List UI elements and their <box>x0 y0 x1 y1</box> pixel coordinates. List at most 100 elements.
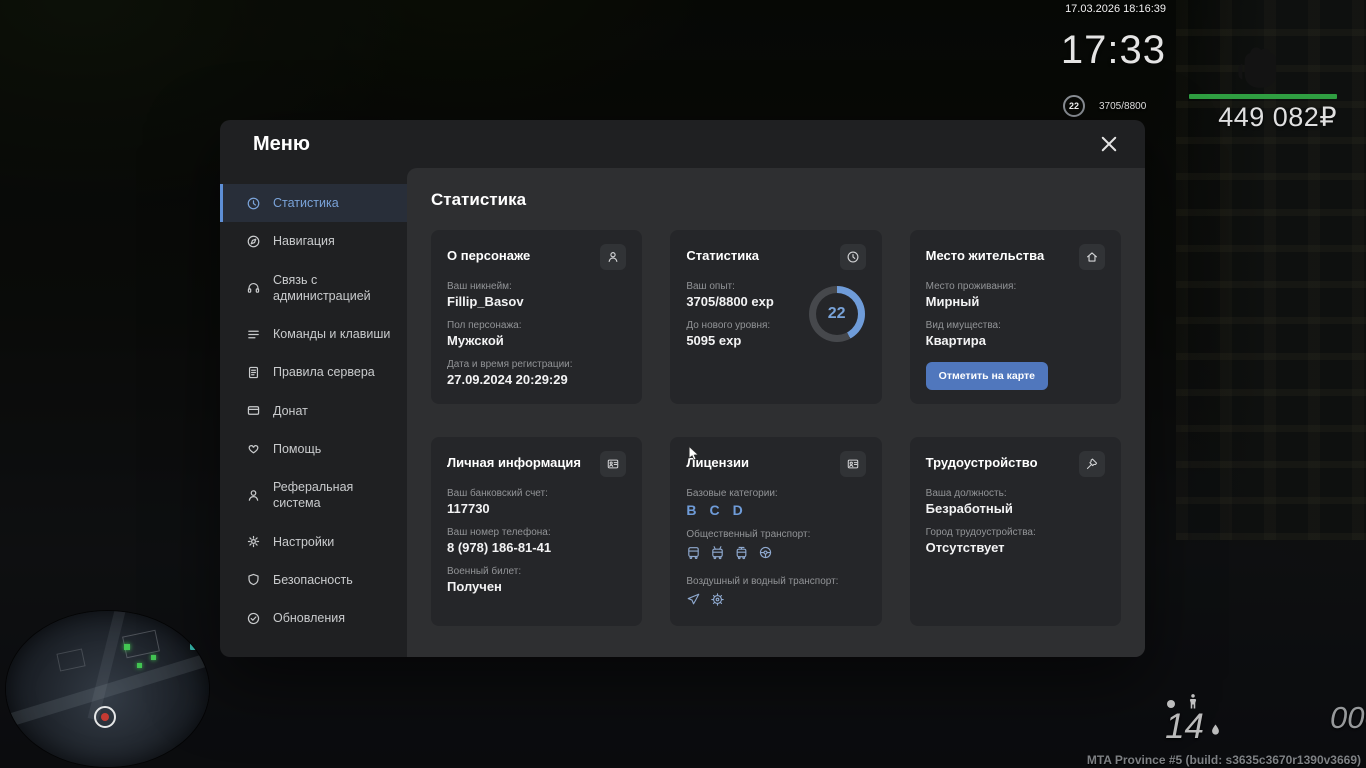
field: Воздушный и водный транспорт: <box>686 576 865 612</box>
hud-datetime: 17.03.2026 18:16:39 <box>1065 3 1166 15</box>
field-label: До нового уровня: <box>686 320 771 331</box>
sidebar-item-statistics[interactable]: Статистика <box>220 184 407 223</box>
card-title: О персонаже <box>447 248 531 263</box>
field-value: 5095 exp <box>686 333 742 348</box>
field: Ваш никнейм: Fillip_Basov <box>447 281 626 309</box>
field-label: Ваш никнейм: <box>447 281 512 292</box>
water-drop-icon <box>1209 722 1222 739</box>
fist-icon <box>1224 34 1290 100</box>
card-personal-info: Личная информация Ваш банковский счет: 1… <box>431 437 643 626</box>
sidebar-item-label: Обновления <box>273 611 345 625</box>
sidebar-item-navigation[interactable]: Навигация <box>220 222 407 260</box>
minimap-road <box>87 611 128 721</box>
document-icon <box>246 365 261 380</box>
card-title: Трудоустройство <box>925 455 1038 470</box>
sidebar-item-label: Правила сервера <box>273 365 375 380</box>
list-icon <box>246 327 261 342</box>
menu-content: Статистика О персонаже Ваш никнейм: Fill… <box>407 168 1145 657</box>
sidebar-item-referral[interactable]: Реферальная система <box>220 468 407 523</box>
field: До нового уровня: 5095 exp <box>686 320 811 348</box>
category-letter: B <box>686 502 697 518</box>
sidebar-item-label: Помощь <box>273 441 322 456</box>
card-title: Статистика <box>686 248 759 263</box>
field-value: Мирный <box>925 294 980 309</box>
card-licenses: Лицензии Базовые категории: B C D Общест… <box>670 437 882 626</box>
field: Ваш опыт: 3705/8800 exp <box>686 281 811 309</box>
sidebar-item-commands[interactable]: Команды и клавиши <box>220 315 407 353</box>
house-badge-icon <box>1078 244 1105 270</box>
field: Пол персонажа: Мужской <box>447 320 626 348</box>
field-value: 8 (978) 186-81-41 <box>447 540 552 555</box>
sidebar-item-settings[interactable]: Настройки <box>220 523 407 561</box>
id-card-badge-icon <box>600 451 627 477</box>
minimap-player-dot <box>101 713 109 721</box>
field: Вид имущества: Квартира <box>926 320 1105 348</box>
menu-header: Меню <box>220 120 1145 168</box>
card-title: Личная информация <box>447 455 581 470</box>
level-value: 22 <box>827 305 846 322</box>
sidebar-item-donate[interactable]: Донат <box>220 392 407 430</box>
minimap-marker-green <box>137 663 142 668</box>
money-amount: 449 082₽ <box>1218 102 1337 132</box>
menu-sidebar: Статистика Навигация Связь с администрац… <box>220 168 407 657</box>
field: Военный билет: Получен <box>447 566 626 594</box>
close-icon[interactable] <box>1099 134 1119 154</box>
field-label: Ваш банковский счет: <box>447 488 548 499</box>
field-label: Пол персонажа: <box>447 320 522 331</box>
air-water-transport-icons <box>686 592 865 612</box>
field-label: Город трудоустройства: <box>925 527 1036 538</box>
sidebar-item-admin-contact[interactable]: Связь с администрацией <box>220 261 407 316</box>
gear-icon <box>246 534 261 549</box>
hud-clock: 17:33 <box>1060 28 1166 72</box>
sidebar-item-updates[interactable]: Обновления <box>220 599 407 637</box>
card-employment: Трудоустройство Ваша должность: Безработ… <box>909 437 1121 626</box>
sidebar-item-label: Безопасность <box>273 572 353 587</box>
minimap-marker-green <box>151 655 156 660</box>
menu-title: Меню <box>253 132 310 155</box>
steering-wheel-icon <box>758 545 773 565</box>
trolleybus-icon <box>710 545 725 565</box>
field-label: Базовые категории: <box>686 488 778 499</box>
field-value: 117730 <box>447 501 490 516</box>
hud-exp-counter: 3705/8800 <box>1099 101 1147 112</box>
field: Место проживания: Мирный <box>926 281 1105 309</box>
field-value: Fillip_Basov <box>447 294 524 309</box>
field: Ваш номер телефона: 8 (978) 186-81-41 <box>447 527 626 555</box>
card-character: О персонаже Ваш никнейм: Fillip_Basov По… <box>431 230 643 404</box>
category-letter: C <box>709 502 720 518</box>
menu-modal: Меню Статистика Навигация Связь с админи… <box>220 120 1145 657</box>
card-title: Место жительства <box>925 248 1045 263</box>
sidebar-item-help[interactable]: Помощь <box>220 430 407 468</box>
minimap-marker-teal <box>190 643 197 650</box>
mark-on-map-button[interactable]: Отметить на карте <box>925 362 1048 390</box>
license-categories: B C D <box>686 502 865 518</box>
helm-icon <box>710 592 725 612</box>
minimap-marker-green <box>124 644 130 650</box>
field-value: Отсутствует <box>925 540 1005 555</box>
hud-level-value: 22 <box>1068 101 1079 111</box>
check-circle-icon <box>246 611 261 626</box>
hunger-value: 14 <box>1165 707 1204 746</box>
field: Ваша должность: Безработный <box>926 488 1105 516</box>
field-label: Общественный транспорт: <box>686 529 811 540</box>
clock-badge-icon <box>839 244 866 270</box>
content-title: Статистика <box>431 190 527 209</box>
sidebar-item-security[interactable]: Безопасность <box>220 561 407 599</box>
heart-icon <box>246 441 261 456</box>
hud-level-badge: 22 <box>1063 95 1085 117</box>
field-label: Ваша должность: <box>925 488 1007 499</box>
headset-icon <box>246 280 261 295</box>
field-value: 3705/8800 exp <box>686 294 774 309</box>
sidebar-item-label: Настройки <box>273 534 335 549</box>
public-transport-icons <box>686 545 865 565</box>
shield-icon <box>246 572 261 587</box>
field-label: Ваш номер телефона: <box>447 527 551 538</box>
field-value: Мужской <box>447 333 504 348</box>
sidebar-item-label: Связь с администрацией <box>273 272 371 303</box>
credit-card-icon <box>246 403 261 418</box>
field-value: Получен <box>447 579 502 594</box>
field-label: Военный билет: <box>447 566 522 577</box>
field-label: Воздушный и водный транспорт: <box>686 576 839 587</box>
sidebar-item-label: Команды и клавиши <box>273 327 391 341</box>
sidebar-item-rules[interactable]: Правила сервера <box>220 353 407 391</box>
